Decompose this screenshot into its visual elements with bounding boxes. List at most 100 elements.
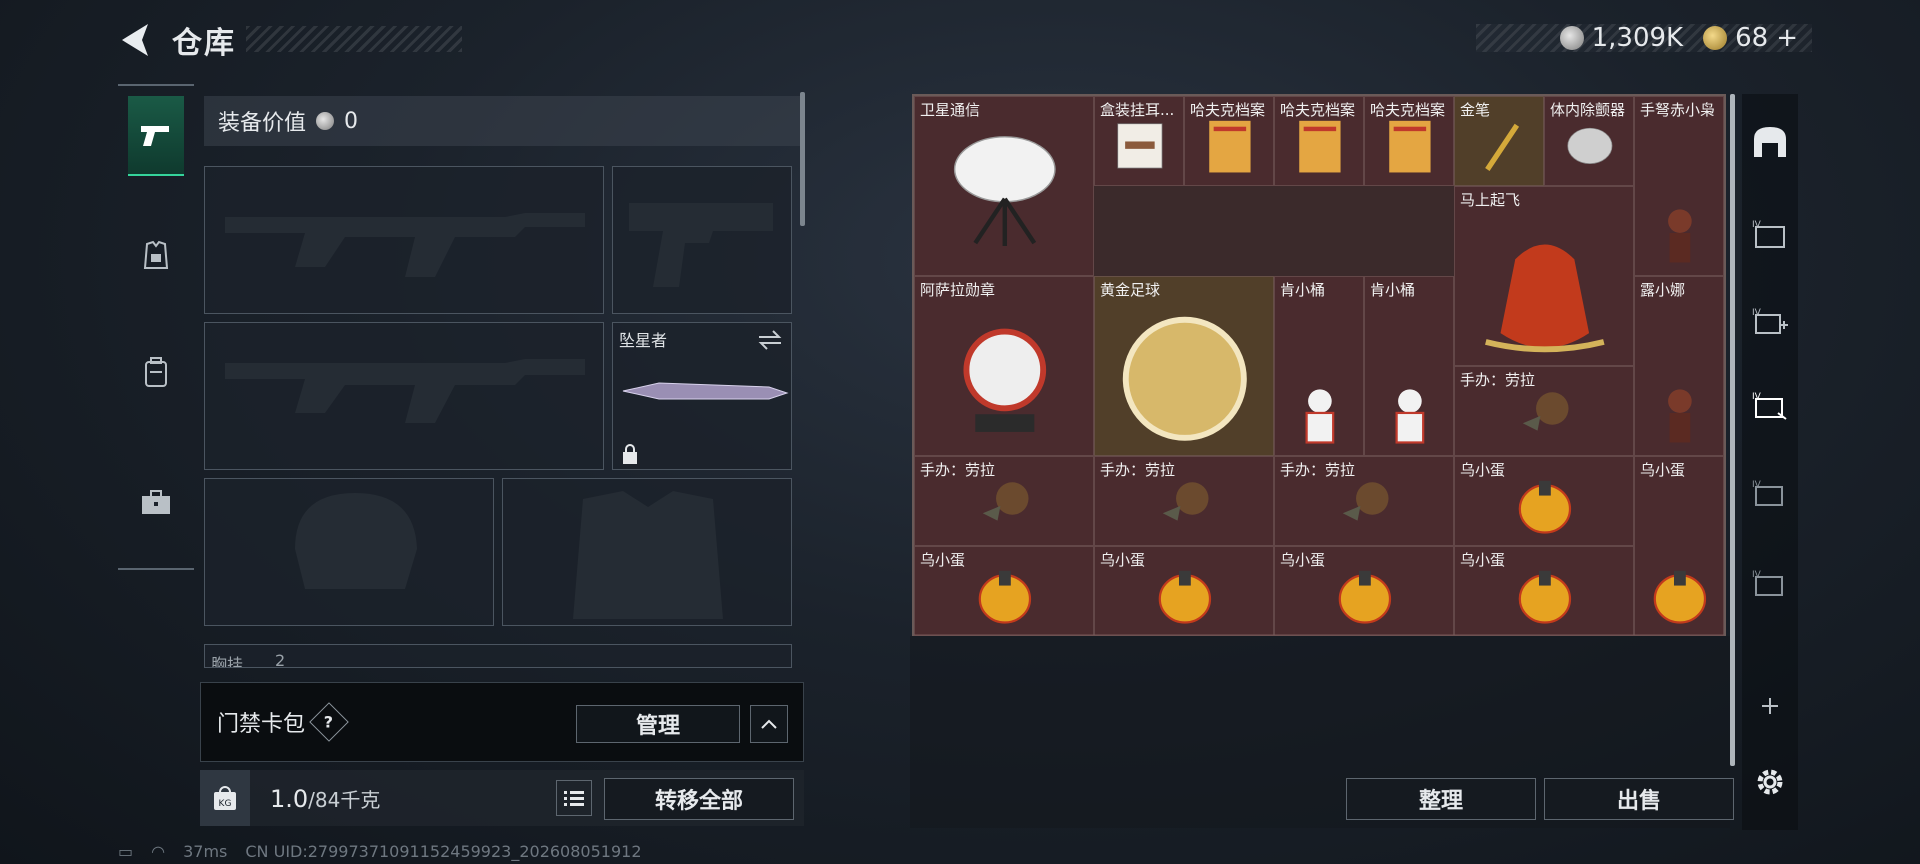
svg-text:IV: IV (1752, 570, 1762, 580)
stash-item[interactable]: 肯小桶 (1364, 276, 1454, 456)
storage-add-icon: IV (1752, 308, 1788, 334)
back-button[interactable] (116, 18, 156, 62)
swap-icon[interactable] (757, 329, 783, 351)
settings-button[interactable] (1746, 752, 1794, 812)
stash-item[interactable]: 手弩赤小枭 (1634, 96, 1724, 276)
tab-case[interactable] (128, 462, 184, 542)
help-mark: ? (324, 712, 334, 732)
knife-icon (622, 382, 789, 400)
transfer-all-button[interactable]: 转移全部 (604, 778, 794, 820)
egg-icon (1338, 570, 1392, 624)
helmet-slot[interactable] (204, 478, 494, 626)
stash-item[interactable]: 体内除颤器 (1544, 96, 1634, 186)
kg-weight-icon: KG (214, 786, 236, 810)
manage-button[interactable]: 管理 (576, 705, 740, 743)
figure-icon (1668, 209, 1692, 263)
stash-item[interactable]: 马上起飞 (1454, 186, 1634, 366)
body-armor-slot[interactable] (502, 478, 792, 626)
equipment-value: 装备价值 0 (204, 96, 800, 146)
storage-box-icon: IV (1752, 220, 1785, 248)
stash-item-name: 乌小蛋 (920, 551, 966, 569)
gear-icon (1757, 769, 1783, 795)
tab-stash-5[interactable]: IV (1746, 554, 1794, 614)
storage-upgrade-icon-2: IV (1752, 480, 1783, 506)
equipment-value-amount: 0 (344, 108, 359, 134)
gold-plus[interactable]: + (1776, 23, 1798, 53)
tab-weapons[interactable] (128, 96, 184, 176)
stash-item[interactable]: 乌小蛋 (1094, 546, 1274, 636)
lara-figure-icon (982, 482, 1029, 521)
stash-item-name: 肯小桶 (1370, 281, 1416, 299)
coffee-box-icon (1117, 123, 1163, 169)
stash-item[interactable]: 哈夫克档案 (1364, 96, 1454, 186)
stash-item[interactable]: 金笔 (1454, 96, 1544, 186)
back-arrow-icon (122, 24, 148, 56)
kfc-figure-icon (1305, 389, 1335, 444)
stash-item[interactable]: 哈夫克档案 (1184, 96, 1274, 186)
stash-grid: 卫星通信 盒装挂耳... 哈夫克档案 哈夫克档案 哈夫克档案 金笔 体内除颤器 手弩赤小枭 马上… (912, 94, 1726, 636)
weight-capacity: /84千克 (308, 787, 381, 812)
stash-item[interactable]: 手办：劳拉 (1274, 456, 1454, 546)
chest-rig-label: 胸挂 (211, 655, 244, 668)
tab-stash-1[interactable]: IV (1746, 204, 1794, 264)
stash-item[interactable]: 乌小蛋 (1454, 456, 1634, 546)
currency-bar: 1,309K 68 + (1476, 23, 1812, 53)
stash-item-name: 手办：劳拉 (1100, 461, 1176, 479)
stash-item[interactable]: 手办：劳拉 (1454, 366, 1634, 456)
equip-scrollbar[interactable] (800, 92, 805, 226)
stash-item[interactable]: 乌小蛋 (1454, 546, 1634, 636)
weight-current: 1.0 (270, 784, 309, 813)
storage-upgrade-icon: IV (1752, 392, 1787, 420)
egg-icon (978, 570, 1032, 624)
stash-item[interactable]: 手办：劳拉 (1094, 456, 1274, 546)
defibrillator-icon (1567, 128, 1613, 165)
sidearm-slot[interactable] (612, 166, 792, 314)
melee-name: 坠星者 (619, 331, 668, 350)
stash-item-name: 乌小蛋 (1280, 551, 1326, 569)
help-icon[interactable]: ? (309, 702, 349, 742)
stash-item[interactable]: 露小娜 (1634, 276, 1724, 456)
sell-button[interactable]: 出售 (1544, 778, 1734, 820)
tab-armor[interactable] (128, 216, 184, 296)
tab-stash-3[interactable]: IV (1746, 376, 1794, 436)
stash-item-name: 手办：劳拉 (1280, 461, 1356, 479)
access-card-bar: 门禁卡包 ? 管理 (200, 682, 804, 762)
tab-stash-2[interactable]: IV (1746, 292, 1794, 352)
medal-icon (963, 329, 1047, 433)
silver-amount: 1,309K (1591, 23, 1684, 53)
stash-item[interactable]: 乌小蛋 (914, 546, 1094, 636)
stash-side-tabs: IV IV IV IV IV (1742, 94, 1798, 830)
stash-item-name: 卫星通信 (920, 101, 981, 119)
weight-lock-icon: KG (200, 770, 250, 826)
stash-item[interactable]: 盒装挂耳... (1094, 96, 1184, 186)
stash-item[interactable]: 哈夫克档案 (1274, 96, 1364, 186)
list-view-button[interactable] (556, 780, 592, 816)
stash-item[interactable]: 手办：劳拉 (914, 456, 1094, 546)
stash-item[interactable]: 卫星通信 (914, 96, 1094, 276)
stash-item-name: 马上起飞 (1460, 191, 1521, 209)
tab-stash-4[interactable]: IV (1746, 464, 1794, 524)
add-stash-button[interactable] (1746, 676, 1794, 736)
collapse-button[interactable] (750, 705, 788, 743)
stash-item-name: 盒装挂耳... (1100, 101, 1175, 119)
stash-item[interactable]: 乌小蛋 (1274, 546, 1454, 636)
stash-item[interactable]: 阿萨拉勋章 (914, 276, 1094, 456)
category-tabs (118, 84, 194, 570)
melee-slot[interactable]: 坠星者 (612, 322, 792, 470)
stash-item[interactable]: 乌小蛋 (1634, 456, 1724, 636)
secondary-weapon-slot[interactable] (204, 322, 604, 470)
sort-button[interactable]: 整理 (1346, 778, 1536, 820)
egg-icon (1518, 480, 1572, 534)
chest-rig-slot[interactable]: 胸挂 2 (204, 644, 792, 668)
kfc-figure-icon (1395, 389, 1425, 444)
status-bar: ▭ ◠ 37ms CN UID:27997371091152459923_202… (118, 842, 642, 861)
tab-backpack[interactable] (128, 332, 184, 412)
primary-weapon-slot[interactable] (204, 166, 604, 314)
stash-item-name: 阿萨拉勋章 (920, 281, 996, 299)
silver-coin-icon (1559, 26, 1584, 50)
pistol-icon (141, 126, 169, 146)
tab-stash-main[interactable] (1746, 112, 1794, 172)
stash-item[interactable]: 肯小桶 (1274, 276, 1364, 456)
stash-item[interactable]: 黄金足球 (1094, 276, 1274, 456)
stash-scrollbar[interactable] (1730, 94, 1735, 766)
